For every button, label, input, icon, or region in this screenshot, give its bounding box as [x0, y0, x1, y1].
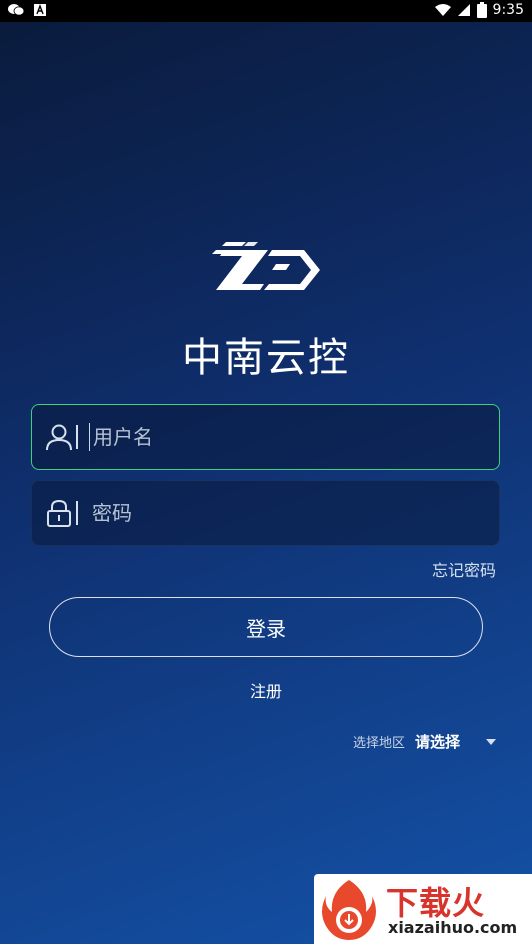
battery-icon [476, 2, 487, 18]
username-input[interactable] [91, 424, 455, 450]
field-separator [76, 425, 78, 449]
wifi-icon [434, 4, 451, 16]
lock-icon [47, 499, 71, 527]
username-field[interactable] [31, 404, 500, 470]
status-bar: 9:35 [0, 0, 532, 22]
a-badge-icon [34, 4, 46, 16]
register-link[interactable]: 注册 [0, 678, 532, 702]
field-separator [76, 501, 78, 525]
forgot-password-link[interactable]: 忘记密码 [432, 557, 496, 581]
password-input[interactable] [90, 500, 454, 526]
user-icon [46, 424, 72, 451]
region-value[interactable]: 请选择 [415, 731, 460, 752]
watermark: 下载火 xiazaihuo.com [314, 874, 532, 944]
region-selector[interactable]: 选择地区 请选择 [353, 731, 496, 752]
watermark-domain: xiazaihuo.com [388, 918, 518, 937]
dropdown-arrow-icon[interactable] [486, 738, 496, 745]
flame-logo-icon [322, 880, 376, 940]
text-caret [89, 423, 90, 451]
login-button[interactable]: 登录 [49, 597, 483, 657]
app-title: 中南云控 [182, 335, 350, 381]
signal-icon [457, 4, 470, 16]
wechat-icon [8, 4, 24, 16]
status-time: 9:35 [492, 2, 524, 18]
region-label: 选择地区 [352, 736, 405, 751]
app-logo-icon [212, 242, 320, 290]
password-field[interactable] [31, 480, 500, 546]
